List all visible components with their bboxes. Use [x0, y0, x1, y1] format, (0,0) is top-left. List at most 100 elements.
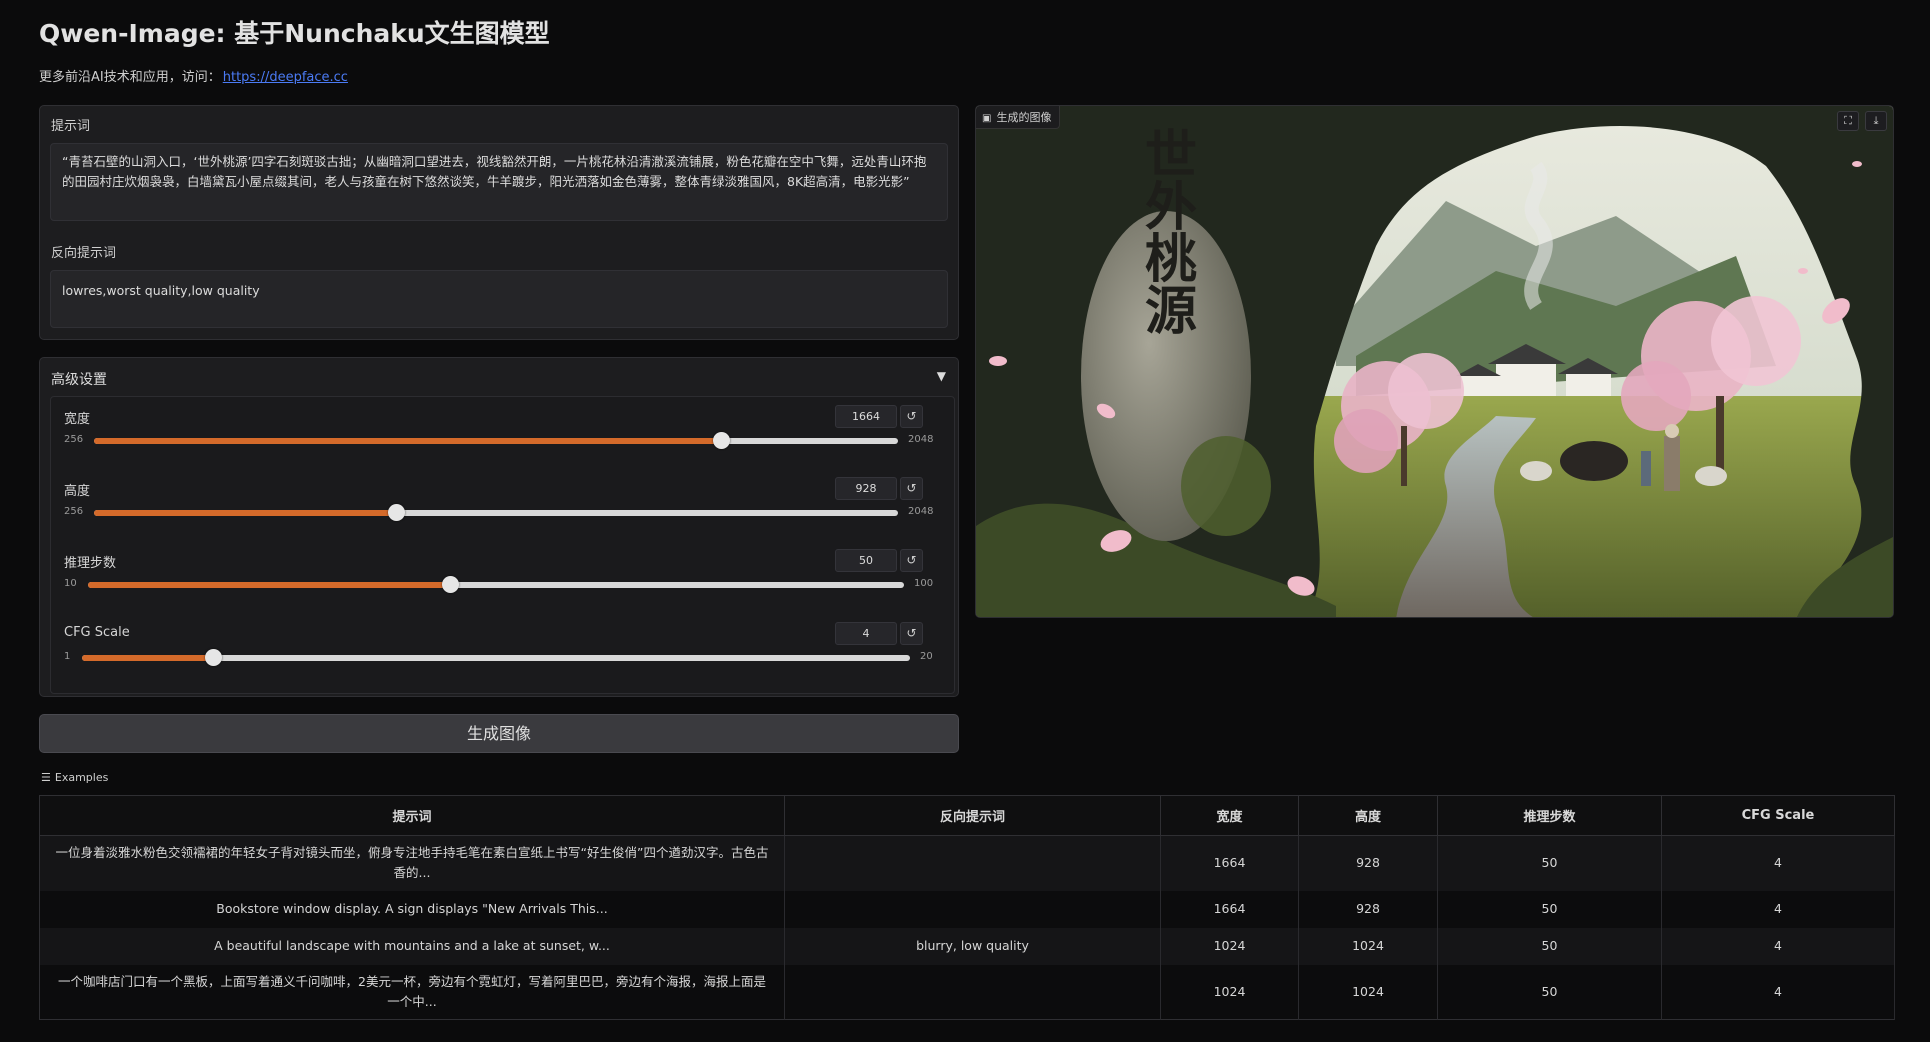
cfg-input[interactable]: 4 [835, 622, 897, 645]
example-width: 1664 [1160, 835, 1299, 891]
height-slider-fill [94, 510, 396, 516]
steps-input[interactable]: 50 [835, 549, 897, 572]
example-negative: blurry, low quality [784, 927, 1161, 965]
height-max: 2048 [908, 506, 934, 517]
example-cfg: 4 [1661, 927, 1895, 965]
width-slider[interactable] [94, 432, 898, 449]
example-negative [784, 890, 1161, 928]
example-prompt: A beautiful landscape with mountains and… [39, 927, 785, 965]
example-steps: 50 [1437, 927, 1662, 965]
example-prompt: Bookstore window display. A sign display… [39, 890, 785, 928]
cfg-reset-icon[interactable]: ↺ [900, 622, 923, 645]
peach-blossom [1334, 409, 1398, 473]
petal [1798, 268, 1808, 274]
steps-label: 推理步数 [64, 556, 117, 571]
steps-min: 10 [64, 578, 77, 589]
cfg-slider-thumb[interactable] [204, 649, 222, 666]
peach-blossom [1621, 361, 1691, 431]
steps-slider-fill [88, 582, 451, 588]
cfg-label: CFG Scale [64, 625, 130, 640]
height-label: 高度 [64, 484, 91, 499]
village-house [1461, 374, 1496, 398]
example-width: 1024 [1160, 964, 1299, 1020]
cfg-slider-fill [82, 655, 213, 661]
steps-slider-thumb[interactable] [442, 576, 460, 593]
negative-prompt-textarea[interactable]: lowres,worst quality,low quality [50, 270, 948, 328]
elder-head [1665, 424, 1679, 438]
examples-label-text: Examples [54, 771, 109, 784]
example-height: 1024 [1298, 964, 1438, 1020]
prompt-label: 提示词 [51, 119, 91, 134]
deepface-link[interactable]: https://deepface.cc [223, 70, 348, 85]
output-image-label-text: 生成的图像 [996, 111, 1052, 124]
advanced-settings-panel: 高级设置 ▼ 宽度 1664 ↺ 256 2048 高度 928 ↺ 256 2… [39, 357, 959, 697]
column-header-height: 高度 [1298, 795, 1438, 836]
width-slider-thumb[interactable] [713, 432, 731, 449]
generate-button[interactable]: 生成图像 [39, 714, 959, 753]
list-icon: ☰ [41, 771, 51, 784]
tree-trunk [1716, 396, 1724, 476]
width-max: 2048 [908, 434, 934, 445]
height-reset-icon[interactable]: ↺ [900, 477, 923, 500]
width-reset-icon[interactable]: ↺ [900, 405, 923, 428]
example-row[interactable]: A beautiful landscape with mountains and… [39, 927, 1895, 965]
example-steps: 50 [1437, 964, 1662, 1020]
width-min: 256 [64, 434, 84, 445]
example-row[interactable]: 一位身着淡雅水粉色交领襦裙的年轻女子背对镜头而坐，俯身专注地手持毛笔在素白宣纸上… [39, 835, 1895, 891]
page-title: Qwen-Image: 基于Nunchaku文生图模型 [39, 19, 550, 48]
examples-header-row: 提示词 反向提示词 宽度 高度 推理步数 CFG Scale [39, 795, 1895, 836]
steps-max: 100 [914, 578, 934, 589]
example-steps: 50 [1437, 890, 1662, 928]
output-image-label: ▣ 生成的图像 [976, 106, 1061, 129]
example-prompt: 一位身着淡雅水粉色交领襦裙的年轻女子背对镜头而坐，俯身专注地手持毛笔在素白宣纸上… [39, 835, 785, 891]
height-min: 256 [64, 506, 84, 517]
image-actions: ⛶ ⤓ [1837, 111, 1887, 131]
example-height: 928 [1298, 890, 1438, 928]
height-slider-thumb[interactable] [387, 504, 405, 521]
steps-slider[interactable] [88, 576, 904, 593]
example-row[interactable]: 一个咖啡店门口有一个黑板，上面写着通义千问咖啡，2美元一杯，旁边有个霓虹灯，写着… [39, 964, 1895, 1020]
column-header-prompt: 提示词 [39, 795, 785, 836]
example-steps: 50 [1437, 835, 1662, 891]
sheep [1520, 461, 1552, 481]
cfg-max: 20 [920, 651, 933, 662]
example-cfg: 4 [1661, 890, 1895, 928]
examples-table: 提示词 反向提示词 宽度 高度 推理步数 CFG Scale 一位身着淡雅水粉色… [39, 795, 1895, 1020]
elder-figure [1664, 436, 1680, 491]
fullscreen-icon[interactable]: ⛶ [1837, 111, 1859, 131]
prompt-textarea[interactable]: “青苔石壁的山洞入口，‘世外桃源’四字石刻斑驳古拙；从幽暗洞口望进去，视线豁然开… [50, 143, 948, 221]
negative-prompt-label: 反向提示词 [51, 246, 117, 261]
example-height: 928 [1298, 835, 1438, 891]
sheep [1695, 466, 1727, 486]
example-row[interactable]: Bookstore window display. A sign display… [39, 890, 1895, 928]
advanced-settings-body: 宽度 1664 ↺ 256 2048 高度 928 ↺ 256 2048 推理步… [50, 396, 955, 694]
petal [989, 356, 1007, 366]
prompt-panel: 提示词 “青苔石壁的山洞入口，‘世外桃源’四字石刻斑驳古拙；从幽暗洞口望进去，视… [39, 105, 959, 340]
advanced-settings-toggle[interactable]: 高级设置 [51, 369, 107, 389]
steps-reset-icon[interactable]: ↺ [900, 549, 923, 572]
example-width: 1024 [1160, 927, 1299, 965]
child-figure [1641, 451, 1651, 486]
download-icon[interactable]: ⤓ [1865, 111, 1887, 131]
height-input[interactable]: 928 [835, 477, 897, 500]
example-negative [784, 964, 1161, 1020]
subtitle: 更多前沿AI技术和应用，访问： https://deepface.cc [39, 66, 348, 85]
example-negative [784, 835, 1161, 891]
chevron-down-icon[interactable]: ▼ [937, 369, 946, 383]
village-house [1496, 361, 1556, 396]
column-header-cfg: CFG Scale [1661, 795, 1895, 836]
examples-label: ☰ Examples [41, 771, 108, 784]
village-house [1566, 371, 1611, 399]
height-slider[interactable] [94, 504, 898, 521]
example-width: 1664 [1160, 890, 1299, 928]
cfg-slider[interactable] [82, 649, 910, 666]
peach-blossom [1388, 353, 1464, 429]
width-input[interactable]: 1664 [835, 405, 897, 428]
example-prompt: 一个咖啡店门口有一个黑板，上面写着通义千问咖啡，2美元一杯，旁边有个霓虹灯，写着… [39, 964, 785, 1020]
peach-blossom [1711, 296, 1801, 386]
generated-image[interactable]: 世外桃源 [976, 106, 1894, 618]
cfg-min: 1 [64, 651, 71, 662]
stone-moss [1181, 436, 1271, 536]
width-slider-fill [94, 438, 722, 444]
stone-inscription: 世外桃源 [1136, 127, 1197, 335]
